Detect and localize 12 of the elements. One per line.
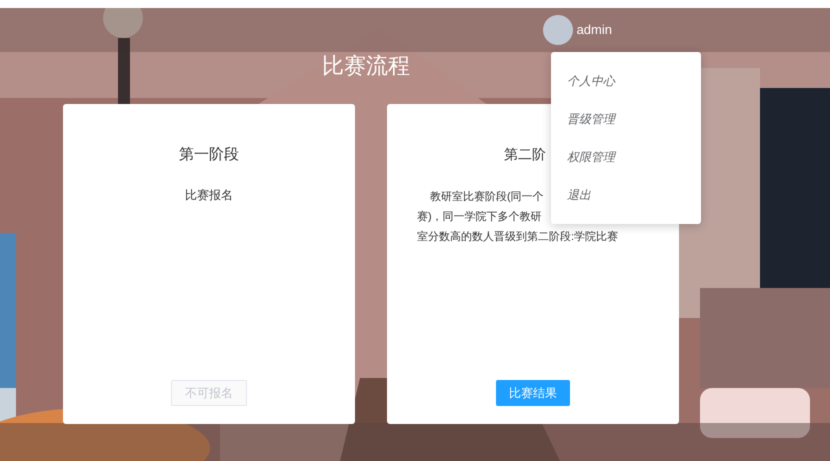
description-line: 赛)，同一学院下多个教研	[417, 210, 542, 225]
username[interactable]: admin	[576, 20, 612, 40]
dropdown-menu-item[interactable]: 晋级管理	[567, 109, 701, 129]
dropdown-menu-item[interactable]: 权限管理	[567, 147, 701, 167]
stage-title: 第一阶段	[179, 145, 239, 165]
stage-title: 第二阶	[504, 145, 546, 164]
description-line: 室分数高的数人晋级到第二阶段:学院比赛	[417, 230, 618, 245]
description-line: 教研室比赛阶段(同一个	[429, 190, 544, 205]
description-line: 比赛报名	[185, 186, 233, 204]
dropdown-menu-item[interactable]: 退出	[567, 185, 701, 205]
page-title: 比赛流程	[322, 55, 410, 77]
dropdown-menu-item[interactable]: 个人中心	[567, 71, 701, 91]
